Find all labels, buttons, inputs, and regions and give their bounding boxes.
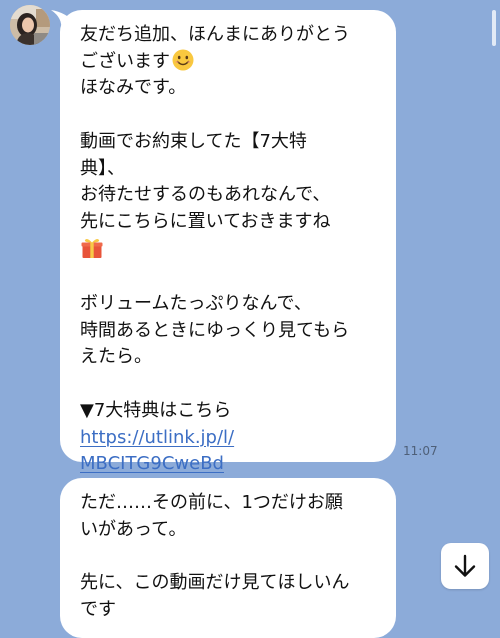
message-text-line: 時間あるときにゆっくり見てもら xyxy=(80,319,350,341)
message-text-line: 先にこちらに置いておきますね xyxy=(80,210,331,232)
bubble-tail xyxy=(51,10,77,30)
message-bubble[interactable]: ただ……その前に、1つだけお願 いがあって。 先に、この動画だけ見てほしいん で… xyxy=(60,478,396,638)
message-text-line: 典】、 xyxy=(80,157,125,179)
tokuten-link[interactable]: https://utlink.jp/l/MBCITG9CweBd xyxy=(80,425,378,478)
message-text-line xyxy=(80,236,378,265)
message-text-line: 動画でお約束してた【7大特 xyxy=(80,130,307,152)
message-text-line: です xyxy=(80,598,116,620)
chat-area: 友だち追加、ほんまにありがとう ございます ほなみです。 動画でお約束してた【7… xyxy=(0,0,500,638)
message-timestamp: 11:07 xyxy=(403,444,438,458)
message-text-line: ボリュームたっぷりなんで、 xyxy=(80,293,312,314)
message-text-line: ほなみです。 xyxy=(80,77,187,99)
message-text-line: いがあって。 xyxy=(80,518,187,540)
message-text-line: ただ……その前に、1つだけお願 xyxy=(80,492,343,513)
smiling-face-emoji-icon xyxy=(172,49,194,71)
wrapped-gift-emoji-icon xyxy=(81,238,103,258)
message-bubble[interactable]: 友だち追加、ほんまにありがとう ございます ほなみです。 動画でお約束してた【7… xyxy=(51,10,396,474)
arrow-down-icon xyxy=(454,554,476,577)
avatar[interactable] xyxy=(10,5,50,45)
message-text-line: 先に、この動画だけ見てほしいん xyxy=(80,572,350,594)
message-text-line: お待たせするのもあれなんで、 xyxy=(80,184,331,206)
scroll-to-bottom-button[interactable] xyxy=(441,543,489,589)
message-text-line: ▼7大特典はこちら xyxy=(80,399,232,421)
message-text-line: ございます xyxy=(80,49,378,76)
message-text-line: 友だち追加、ほんまにありがとう xyxy=(80,24,350,45)
scrollbar-thumb[interactable] xyxy=(492,10,496,46)
message-text-line: えたら。 xyxy=(80,346,152,368)
